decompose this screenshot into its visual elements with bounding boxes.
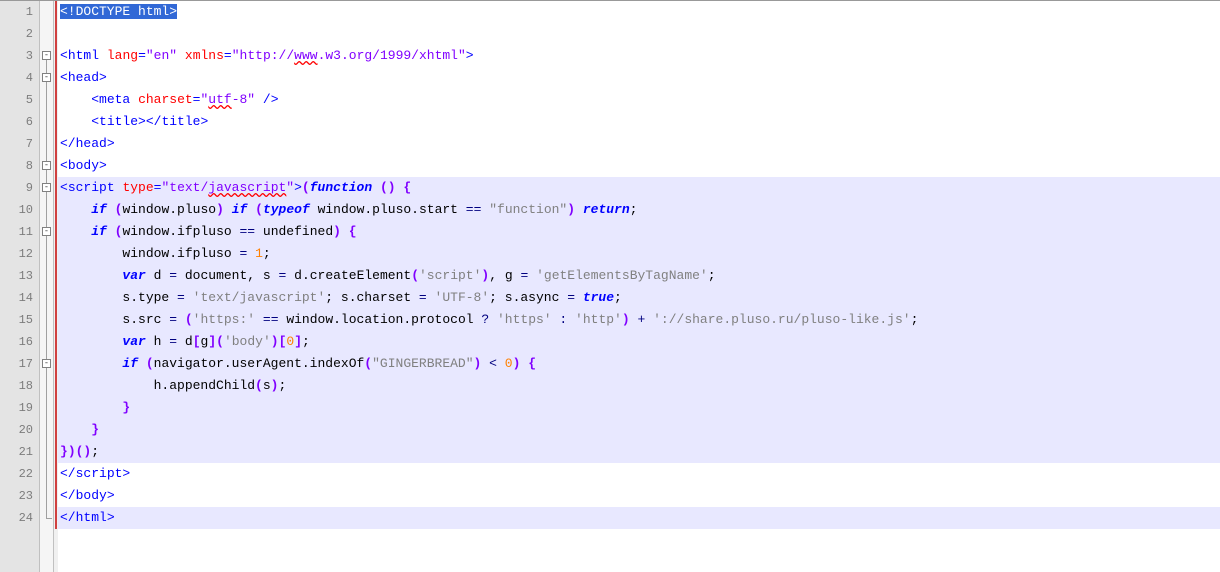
line-number[interactable]: 23: [0, 485, 39, 507]
change-marker: [55, 1, 57, 529]
line-number[interactable]: 12: [0, 243, 39, 265]
code-line[interactable]: <meta charset="utf-8" />: [58, 89, 1220, 111]
code-line[interactable]: <head>: [58, 67, 1220, 89]
code-line[interactable]: </script>: [58, 463, 1220, 485]
code-area[interactable]: <!DOCTYPE html> <html lang="en" xmlns="h…: [58, 1, 1220, 572]
line-number[interactable]: 2: [0, 23, 39, 45]
line-number-gutter[interactable]: 123456789101112131415161718192021222324: [0, 1, 40, 572]
fold-toggle-icon[interactable]: -: [42, 359, 51, 368]
code-line[interactable]: var h = d[g]('body')[0];: [58, 331, 1220, 353]
line-number[interactable]: 3: [0, 45, 39, 67]
fold-toggle-icon[interactable]: -: [42, 183, 51, 192]
code-line[interactable]: if (window.ifpluso == undefined) {: [58, 221, 1220, 243]
line-number[interactable]: 9: [0, 177, 39, 199]
code-line[interactable]: }: [58, 419, 1220, 441]
code-line[interactable]: s.type = 'text/javascript'; s.charset = …: [58, 287, 1220, 309]
line-number[interactable]: 6: [0, 111, 39, 133]
code-line[interactable]: <!DOCTYPE html>: [58, 1, 1220, 23]
code-line[interactable]: h.appendChild(s);: [58, 375, 1220, 397]
code-line[interactable]: })();: [58, 441, 1220, 463]
code-line[interactable]: </head>: [58, 133, 1220, 155]
code-line[interactable]: <html lang="en" xmlns="http://www.w3.org…: [58, 45, 1220, 67]
line-number[interactable]: 24: [0, 507, 39, 529]
code-line[interactable]: var d = document, s = d.createElement('s…: [58, 265, 1220, 287]
line-number[interactable]: 16: [0, 331, 39, 353]
code-line[interactable]: s.src = ('https:' == window.location.pro…: [58, 309, 1220, 331]
fold-toggle-icon[interactable]: -: [42, 73, 51, 82]
line-number[interactable]: 4: [0, 67, 39, 89]
code-line[interactable]: if (navigator.userAgent.indexOf("GINGERB…: [58, 353, 1220, 375]
line-number[interactable]: 22: [0, 463, 39, 485]
line-number[interactable]: 13: [0, 265, 39, 287]
line-number[interactable]: 20: [0, 419, 39, 441]
code-line[interactable]: </html>: [58, 507, 1220, 529]
line-number[interactable]: 5: [0, 89, 39, 111]
line-number[interactable]: 17: [0, 353, 39, 375]
fold-column[interactable]: - - - - - -: [40, 1, 54, 572]
code-line[interactable]: <body>: [58, 155, 1220, 177]
line-number[interactable]: 18: [0, 375, 39, 397]
code-editor[interactable]: 123456789101112131415161718192021222324 …: [0, 0, 1220, 572]
line-number[interactable]: 21: [0, 441, 39, 463]
line-number[interactable]: 11: [0, 221, 39, 243]
code-line[interactable]: <title></title>: [58, 111, 1220, 133]
fold-toggle-icon[interactable]: -: [42, 51, 51, 60]
fold-toggle-icon[interactable]: -: [42, 161, 51, 170]
line-number[interactable]: 15: [0, 309, 39, 331]
selection: <!DOCTYPE html>: [60, 4, 177, 19]
line-number[interactable]: 8: [0, 155, 39, 177]
code-line[interactable]: if (window.pluso) if (typeof window.plus…: [58, 199, 1220, 221]
line-number[interactable]: 14: [0, 287, 39, 309]
code-line[interactable]: </body>: [58, 485, 1220, 507]
code-line[interactable]: [58, 23, 1220, 45]
line-number[interactable]: 7: [0, 133, 39, 155]
line-number[interactable]: 10: [0, 199, 39, 221]
code-line[interactable]: window.ifpluso = 1;: [58, 243, 1220, 265]
fold-toggle-icon[interactable]: -: [42, 227, 51, 236]
line-number[interactable]: 1: [0, 1, 39, 23]
code-line[interactable]: <script type="text/javascript">(function…: [58, 177, 1220, 199]
code-line[interactable]: }: [58, 397, 1220, 419]
line-number[interactable]: 19: [0, 397, 39, 419]
